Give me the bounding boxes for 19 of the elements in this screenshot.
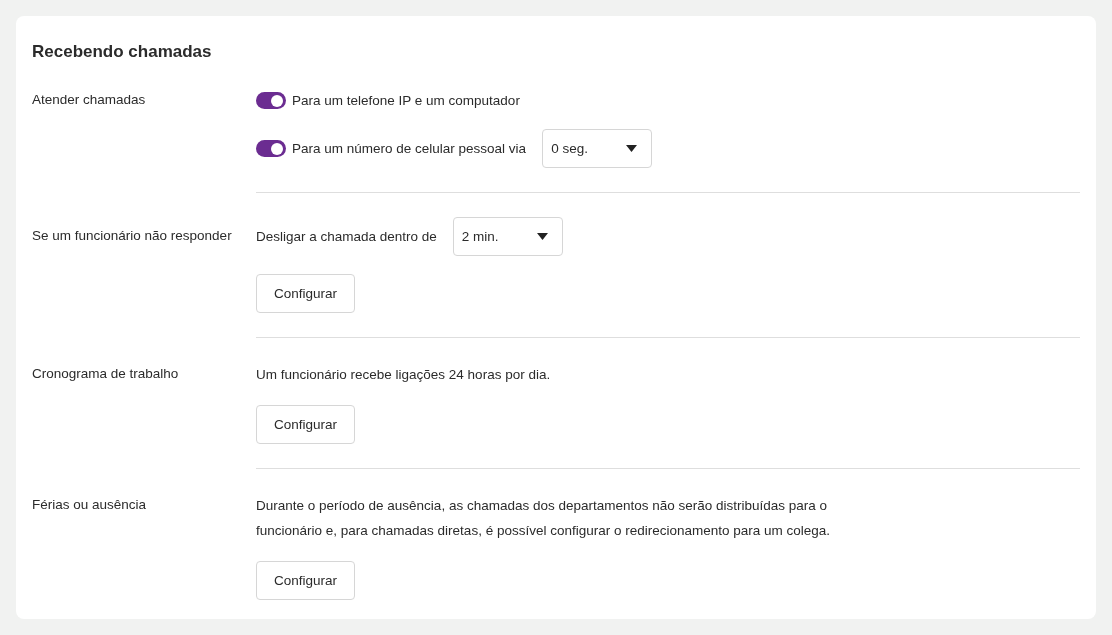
dropdown[interactable]: 0 seg. <box>542 129 653 168</box>
configure-button[interactable]: Configurar <box>256 405 356 444</box>
configure-button[interactable]: Configurar <box>256 274 356 313</box>
section-title: Recebendo chamadas <box>32 42 212 62</box>
toggle-switch[interactable] <box>256 140 286 157</box>
description-text: Durante o período de ausência, as chamadas dos departamentos não serão distribuídas para o funcionário e, para chamadas diretas, é possível configurar o redirecionamento para um colega. <box>256 497 832 540</box>
description-text: Desligar a chamada dentro de <box>256 228 437 246</box>
setting-label: Férias ou ausência <box>32 496 147 514</box>
dropdown[interactable]: 2 min. <box>452 217 563 256</box>
setting-label: Atender chamadas <box>32 91 146 109</box>
caret-icon <box>626 145 638 152</box>
description-text: Um funcionário recebe ligações 24 horas por dia. <box>256 366 551 384</box>
toggle-label: Para um telefone IP e um computador <box>292 92 520 110</box>
caret-icon <box>536 233 548 240</box>
toggle-switch[interactable] <box>256 92 286 109</box>
setting-label: Se um funcionário não responder <box>32 227 232 245</box>
toggle-label: Para um número de celular pessoal via <box>292 140 527 158</box>
setting-label: Cronograma de trabalho <box>32 365 179 383</box>
configure-button[interactable]: Configurar <box>256 561 356 600</box>
